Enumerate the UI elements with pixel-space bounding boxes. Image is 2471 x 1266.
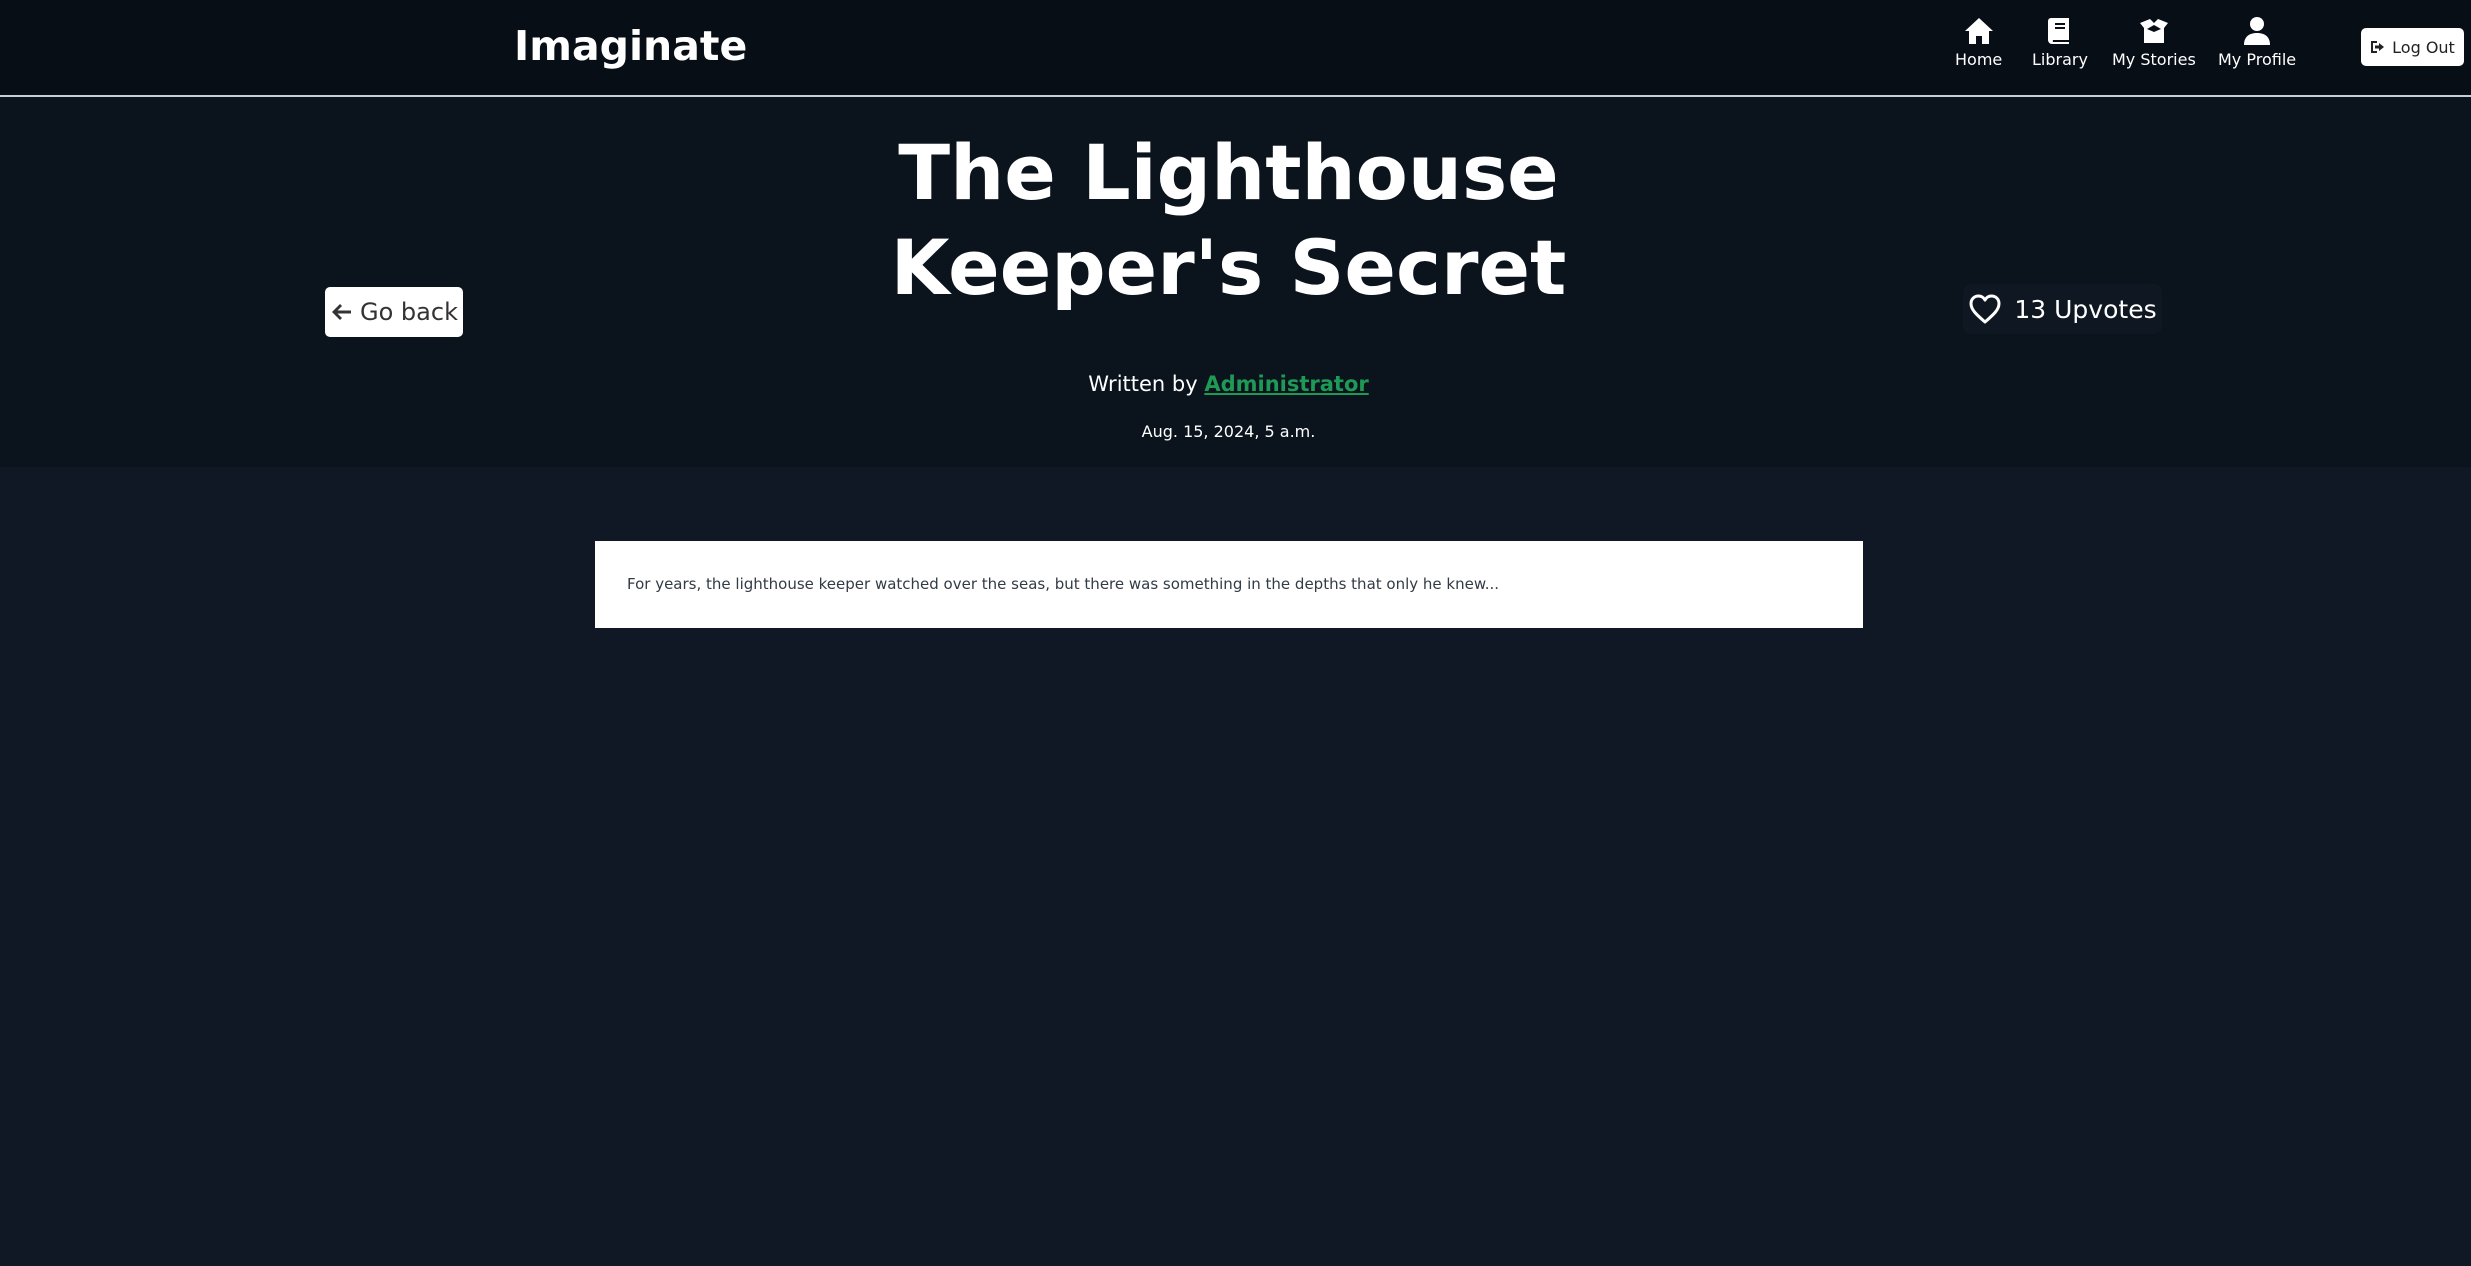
nav-my-profile-label: My Profile <box>2218 50 2297 69</box>
nav-my-stories-label: My Stories <box>2112 50 2196 69</box>
byline: Written by Administrator <box>900 372 1557 396</box>
user-icon <box>2244 17 2271 45</box>
author-link[interactable]: Administrator <box>1204 372 1368 396</box>
nav-library[interactable]: Library <box>2032 16 2088 76</box>
go-back-button[interactable]: Go back <box>325 287 463 337</box>
arrow-left-icon <box>332 304 352 320</box>
story-body-card: For years, the lighthouse keeper watched… <box>595 541 1863 628</box>
nav-home[interactable]: Home <box>1955 16 2002 76</box>
upvote-count: 13 Upvotes <box>2014 294 2157 324</box>
story-title-line-1: The Lighthouse <box>898 128 1559 217</box>
story-body-text: For years, the lighthouse keeper watched… <box>627 575 1500 593</box>
top-navbar: Imaginate Home Library My Stories My Pro… <box>0 0 2471 97</box>
book-icon <box>2047 18 2069 44</box>
publish-date: Aug. 15, 2024, 5 a.m. <box>1141 422 1316 441</box>
brand-logo[interactable]: Imaginate <box>514 22 747 70</box>
logout-label: Log Out <box>2392 37 2455 57</box>
go-back-label: Go back <box>360 298 458 326</box>
nav-library-label: Library <box>2032 50 2088 69</box>
nav-my-profile[interactable]: My Profile <box>2218 16 2296 76</box>
nav-my-stories[interactable]: My Stories <box>2112 16 2196 76</box>
story-title: The Lighthouse Keeper's Secret <box>835 125 1622 315</box>
heart-icon <box>1969 294 2001 324</box>
story-header: The Lighthouse Keeper's Secret Go back 1… <box>0 97 2471 467</box>
logout-button[interactable]: Log Out <box>2361 28 2464 66</box>
box-open-icon <box>2139 19 2168 43</box>
written-by-label: Written by <box>1088 372 1198 396</box>
story-title-line-2: Keeper's Secret <box>890 223 1567 312</box>
upvote-button[interactable]: 13 Upvotes <box>1963 284 2162 334</box>
home-icon <box>1964 18 1993 44</box>
sign-out-icon <box>2371 41 2385 53</box>
nav-home-label: Home <box>1955 50 2003 69</box>
